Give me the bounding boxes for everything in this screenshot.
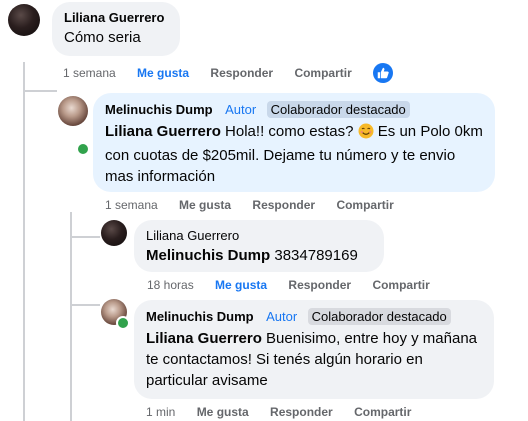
comment-author[interactable]: Melinuchis Dump <box>146 309 254 324</box>
online-status-indicator <box>116 316 130 330</box>
reply-button[interactable]: Responder <box>270 405 333 419</box>
comment-text-part: Hola!! como estas? <box>225 123 354 140</box>
comment-author[interactable]: Liliana Guerrero <box>64 10 168 25</box>
comment-actions: 1 semana Me gusta Responder Compartir <box>63 66 370 80</box>
comment-text: Melinuchis Dump 3834789169 <box>146 245 372 266</box>
reply-button[interactable]: Responder <box>288 278 351 292</box>
thread-line <box>70 212 72 421</box>
comment-author[interactable]: Liliana Guerrero <box>146 228 372 243</box>
comment-bubble: Liliana Guerrero Melinuchis Dump 3834789… <box>134 220 384 272</box>
reply-button[interactable]: Responder <box>252 198 315 212</box>
avatar[interactable] <box>58 96 88 126</box>
thread-connector <box>23 90 57 92</box>
avatar[interactable] <box>8 4 40 36</box>
comment-bubble: Melinuchis Dump Autor Colaborador destac… <box>93 93 495 192</box>
comment-text: Liliana Guerrero Buenisimo, entre hoy y … <box>146 328 482 391</box>
like-reaction-icon[interactable] <box>373 63 393 83</box>
author-label: Autor <box>225 102 257 117</box>
comment-actions: 18 horas Me gusta Responder Compartir <box>147 278 448 292</box>
mention-link[interactable]: Melinuchis Dump <box>146 247 270 264</box>
comment-bubble: Melinuchis Dump Autor Colaborador destac… <box>134 300 494 399</box>
author-label: Autor <box>266 309 298 324</box>
comment-actions: 1 semana Me gusta Responder Compartir <box>105 198 412 212</box>
thread-connector <box>70 236 100 238</box>
online-status-indicator <box>76 142 90 156</box>
comment-text-part: 3834789169 <box>274 247 358 264</box>
like-button[interactable]: Me gusta <box>137 66 189 80</box>
reply-button[interactable]: Responder <box>210 66 273 80</box>
like-button[interactable]: Me gusta <box>197 405 249 419</box>
top-contributor-badge: Colaborador destacado <box>307 308 451 325</box>
share-button[interactable]: Compartir <box>294 66 351 80</box>
comment-text: Liliana Guerrero Hola!! como estas? Es u… <box>105 121 483 187</box>
share-button[interactable]: Compartir <box>372 278 429 292</box>
like-button[interactable]: Me gusta <box>179 198 231 212</box>
comment-time[interactable]: 1 min <box>146 405 175 419</box>
thread-connector <box>70 304 100 306</box>
top-contributor-badge: Colaborador destacado <box>266 101 410 118</box>
mention-link[interactable]: Liliana Guerrero <box>146 330 262 347</box>
comment-time[interactable]: 1 semana <box>63 66 116 80</box>
thread-line <box>23 62 25 421</box>
avatar[interactable] <box>101 220 127 246</box>
share-button[interactable]: Compartir <box>354 405 411 419</box>
comment-time[interactable]: 18 horas <box>147 278 194 292</box>
comment-text: Cómo seria <box>64 29 141 46</box>
comment-time[interactable]: 1 semana <box>105 198 158 212</box>
like-button[interactable]: Me gusta <box>215 278 267 292</box>
comment-bubble: Liliana Guerrero Cómo seria <box>52 2 180 56</box>
share-button[interactable]: Compartir <box>336 198 393 212</box>
comment-author[interactable]: Melinuchis Dump <box>105 102 213 117</box>
mention-link[interactable]: Liliana Guerrero <box>105 123 221 140</box>
comment-actions: 1 min Me gusta Responder Compartir <box>146 405 429 419</box>
smiling-face-emoji-icon <box>358 123 374 145</box>
